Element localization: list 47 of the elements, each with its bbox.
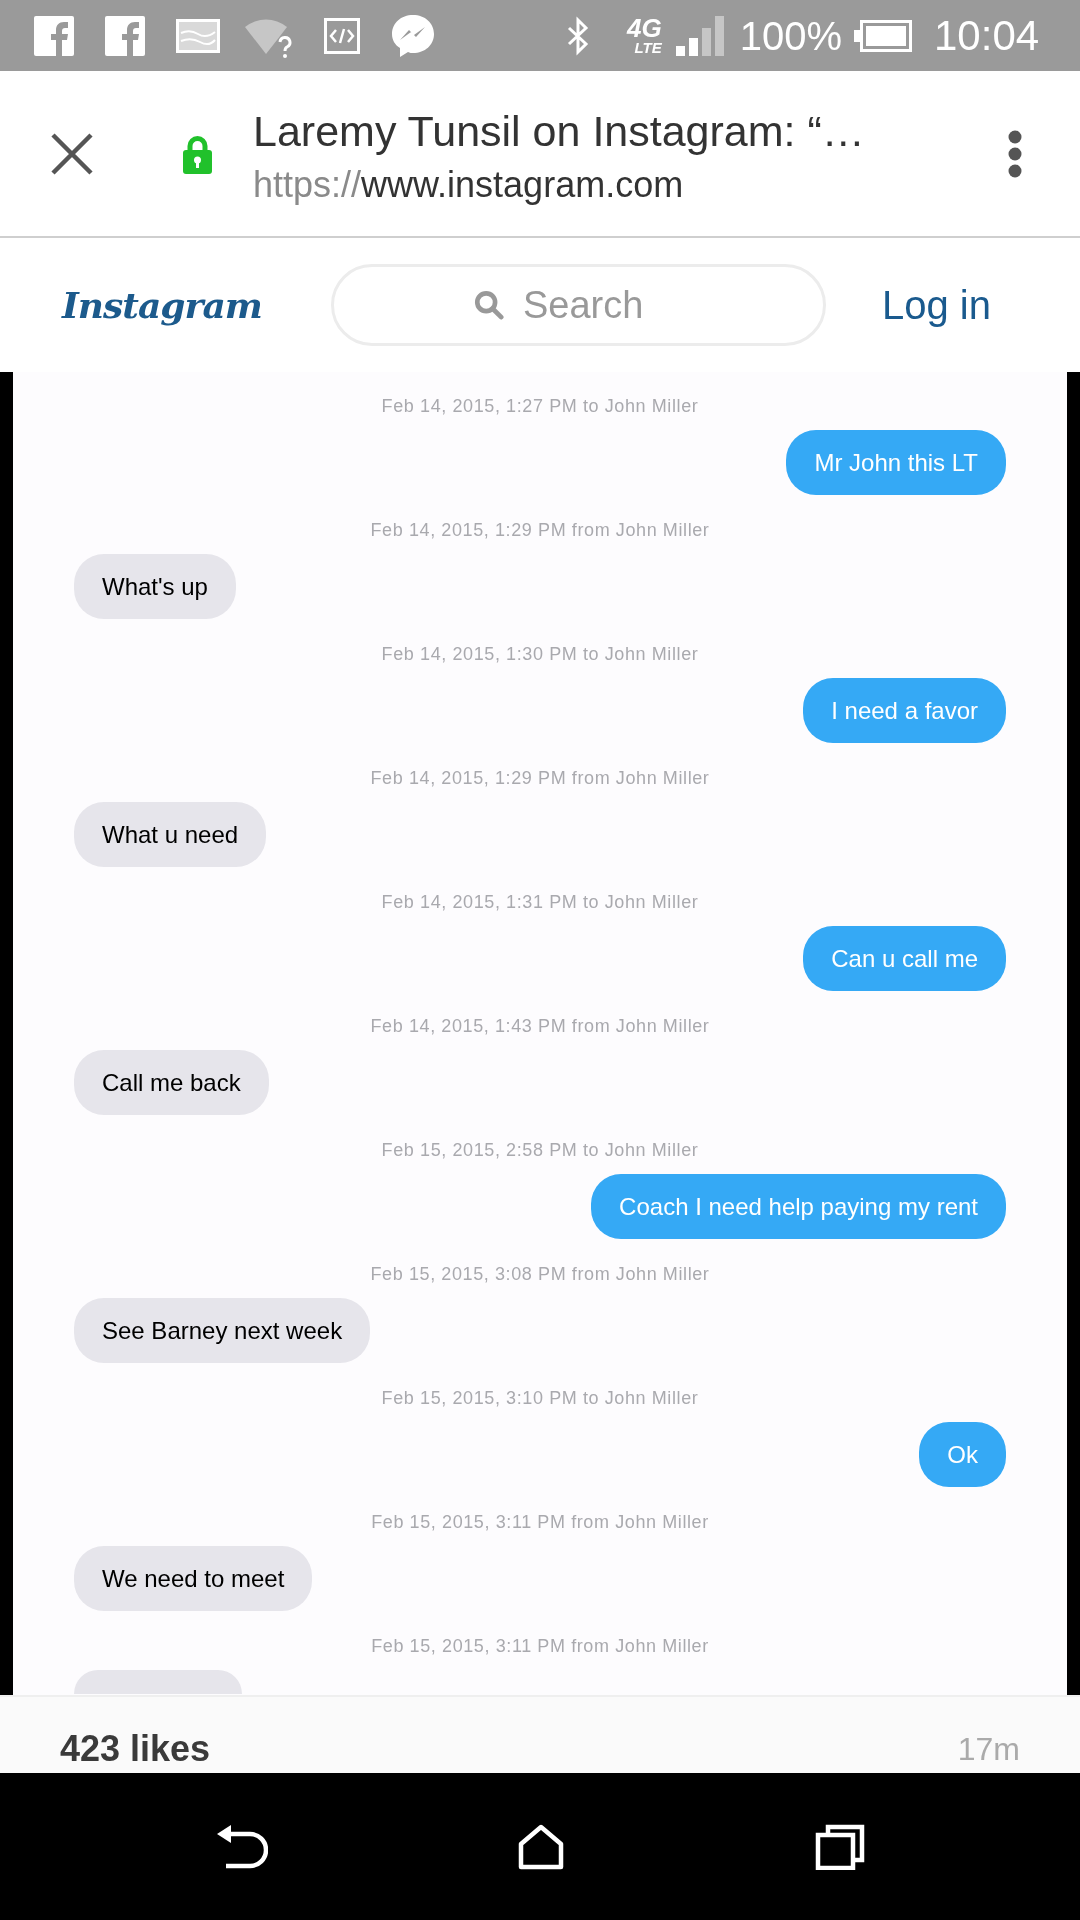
back-icon[interactable] xyxy=(216,1823,268,1870)
message-bubble: What's up xyxy=(74,554,236,619)
clock-time: 10:04 xyxy=(934,14,1040,57)
instagram-logo[interactable]: Instagram xyxy=(62,278,270,332)
message-bubble: Mr John this LT xyxy=(786,430,1006,495)
search-icon xyxy=(474,290,504,320)
code-icon xyxy=(324,17,360,54)
message-timestamp: Feb 14, 2015, 1:29 PM from John Miller xyxy=(370,520,710,540)
likes-count: 423 likes xyxy=(60,1729,211,1769)
network-type-label: 4G xyxy=(627,16,662,40)
search-field[interactable]: Search xyxy=(331,264,826,346)
message-timestamp: Feb 14, 2015, 1:30 PM to John Miller xyxy=(381,644,699,664)
page-url: https://www.instagram.com xyxy=(253,164,685,205)
network-sub-label: LTE xyxy=(634,40,662,55)
message-timestamp: Feb 15, 2015, 3:11 PM from John Miller xyxy=(371,1636,709,1656)
message-timestamp: Feb 14, 2015, 1:29 PM from John Miller xyxy=(370,768,710,788)
message-bubble: I need a favor xyxy=(803,678,1006,743)
message-bubble: Call me back xyxy=(74,1050,269,1115)
message-timestamp: Feb 14, 2015, 1:31 PM to John Miller xyxy=(381,892,699,912)
page-title: Laremy Tunsil on Instagram: “… xyxy=(253,106,865,155)
message-timestamp: Feb 15, 2015, 2:58 PM to John Miller xyxy=(381,1140,699,1160)
battery-percentage: 100% xyxy=(739,15,842,56)
image-icon xyxy=(176,18,220,53)
signal-strength-icon xyxy=(675,15,724,56)
bluetooth-icon xyxy=(565,15,591,56)
message-bubble: Can u call me xyxy=(803,926,1006,991)
message-timestamp: Feb 14, 2015, 1:27 PM to John Miller xyxy=(381,396,699,416)
message-bubble: We need to meet xyxy=(74,1546,313,1611)
message-bubble: Coach I need help paying my rent xyxy=(591,1174,1006,1239)
message-timestamp: Feb 15, 2015, 3:11 PM from John Miller xyxy=(371,1512,709,1532)
facebook-icon xyxy=(34,15,74,56)
close-icon[interactable] xyxy=(50,131,94,176)
more-options-icon[interactable] xyxy=(1008,129,1022,178)
message-bubble: Ok xyxy=(919,1422,1006,1487)
battery-icon xyxy=(854,19,912,52)
facebook-icon xyxy=(105,15,145,56)
home-icon[interactable] xyxy=(518,1823,564,1870)
message-bubble: See Barney next week xyxy=(74,1298,371,1363)
message-timestamp: Feb 14, 2015, 1:43 PM from John Miller xyxy=(370,1016,710,1036)
lock-icon xyxy=(182,133,213,174)
recent-apps-icon[interactable] xyxy=(815,1823,865,1870)
message-timestamp: Feb 15, 2015, 3:08 PM from John Miller xyxy=(370,1264,710,1284)
message-bubble: What u need xyxy=(74,802,267,867)
messenger-icon xyxy=(390,12,436,59)
login-link[interactable]: Log in xyxy=(882,275,991,335)
message-timestamp: Feb 15, 2015, 3:10 PM to John Miller xyxy=(381,1388,699,1408)
post-age: 17m xyxy=(957,1730,1020,1769)
